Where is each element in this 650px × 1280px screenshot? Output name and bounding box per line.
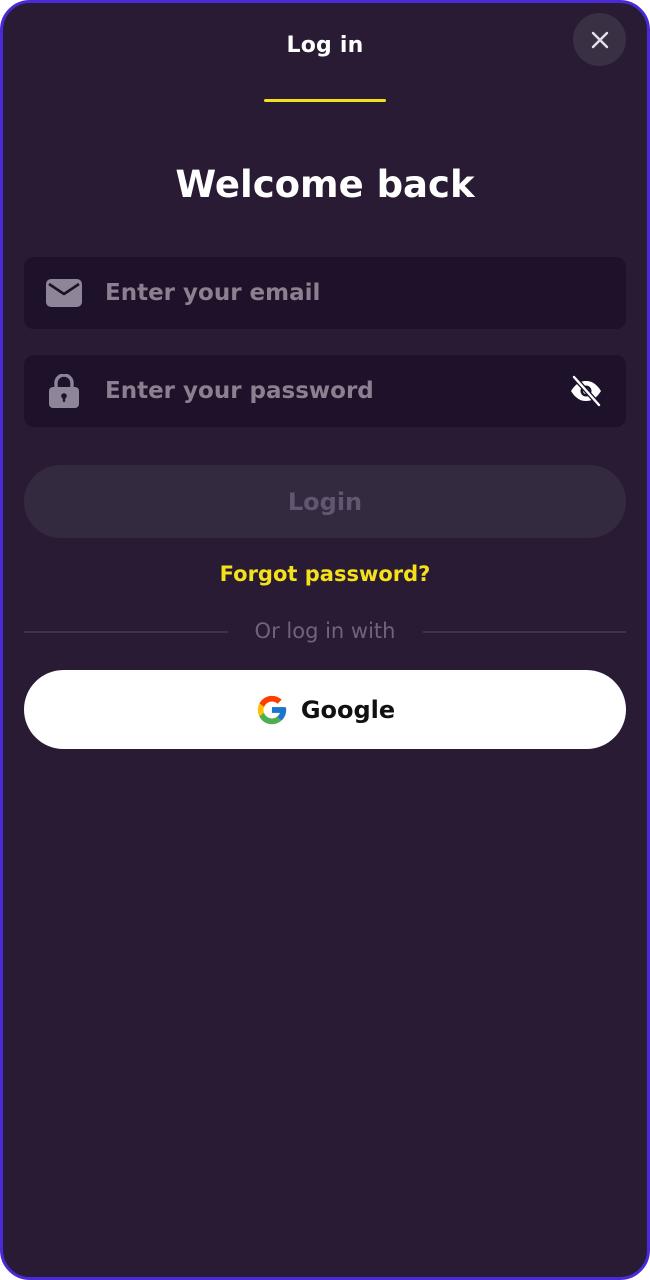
email-field-container: [24, 257, 626, 329]
google-button-label: Google: [300, 695, 396, 724]
forgot-password-link[interactable]: Forgot password?: [3, 562, 647, 586]
password-input[interactable]: [105, 355, 545, 427]
password-field-container: [24, 355, 626, 427]
close-button[interactable]: [573, 13, 626, 66]
close-icon: [590, 30, 610, 50]
eye-slash-icon[interactable]: [568, 373, 604, 409]
login-button[interactable]: Login: [24, 465, 626, 538]
login-modal: Log in Welcome back Enter your email Log…: [0, 0, 650, 1280]
page-title: Welcome back: [175, 163, 475, 206]
google-icon: [255, 693, 289, 727]
divider-right: [423, 631, 626, 633]
google-login-button[interactable]: Google: [24, 670, 626, 749]
tab-log-in[interactable]: Log in: [3, 33, 647, 58]
envelope-icon: [46, 279, 82, 307]
tab-active-indicator: [264, 99, 386, 102]
email-input[interactable]: [105, 257, 545, 329]
lock-icon: [49, 374, 79, 408]
